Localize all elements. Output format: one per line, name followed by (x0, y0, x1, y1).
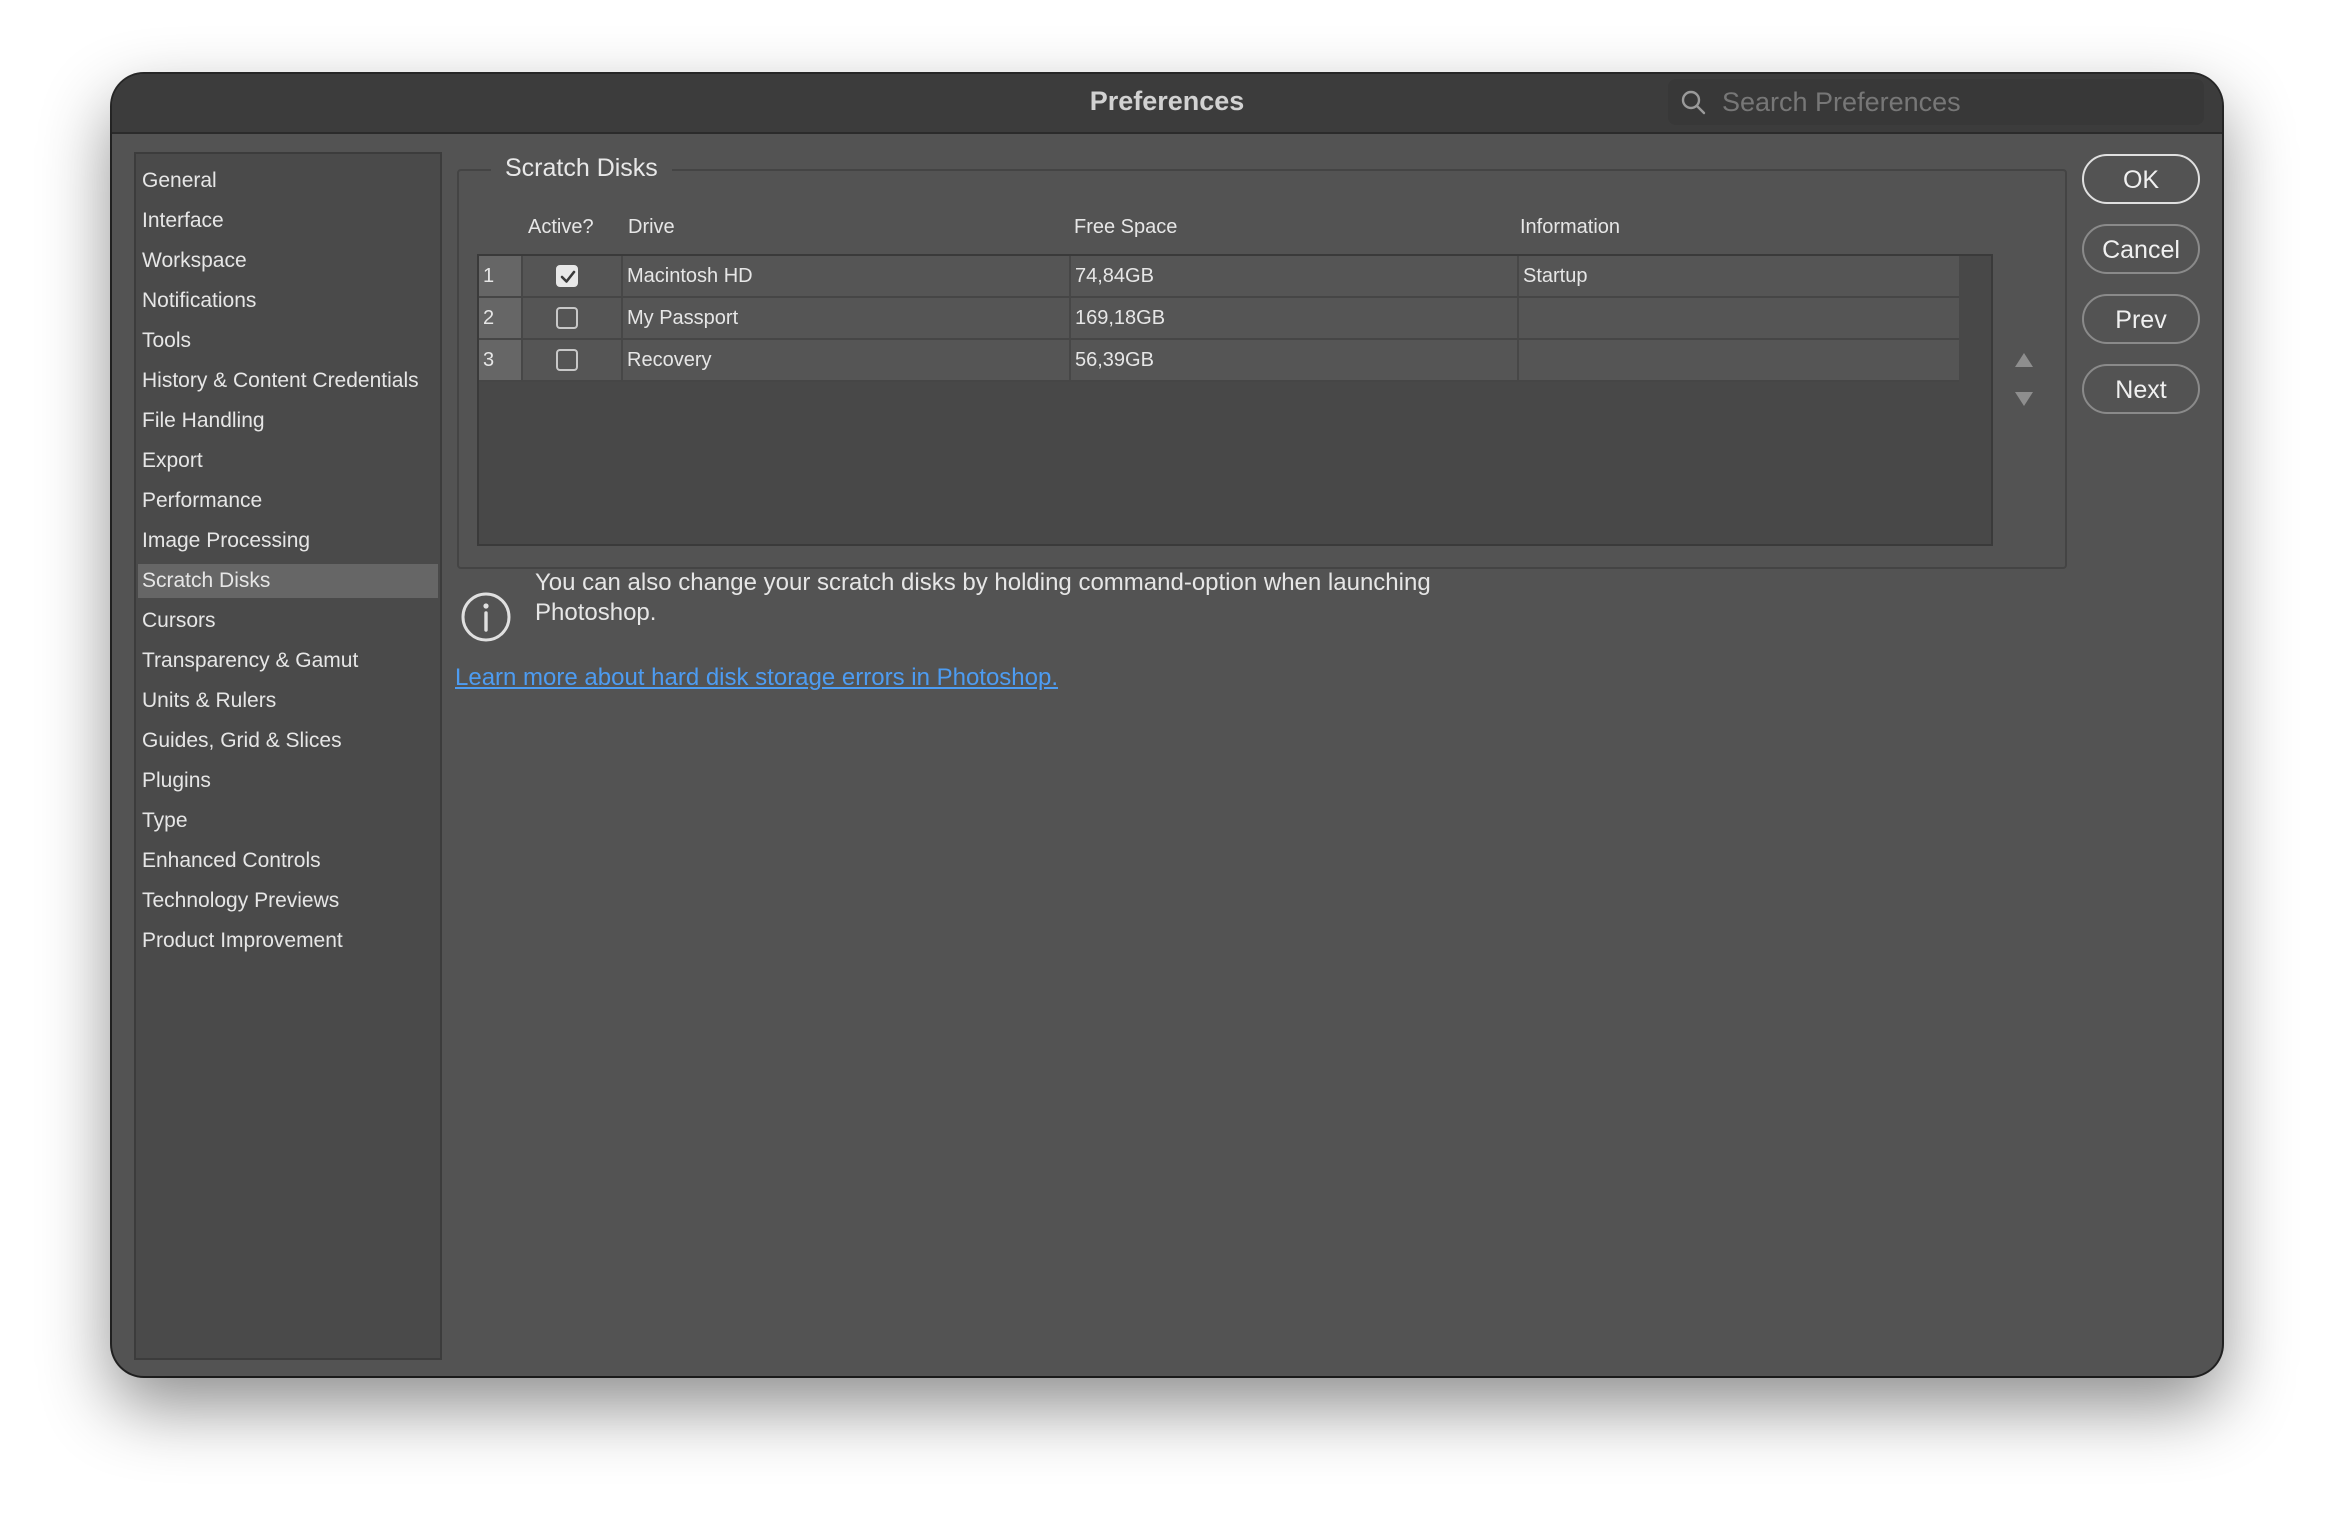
sidebar-item-transparency-gamut[interactable]: Transparency & Gamut (138, 644, 438, 678)
row-number: 1 (479, 256, 521, 296)
drive-name: My Passport (627, 307, 739, 329)
column-header-information: Information (1520, 216, 1621, 238)
active-checkbox[interactable] (556, 265, 578, 287)
free-space-value: 169,18GB (1075, 307, 1166, 329)
info-icon (461, 592, 511, 642)
sidebar-item-performance[interactable]: Performance (138, 484, 438, 518)
learn-more-link[interactable]: Learn more about hard disk storage error… (455, 664, 1058, 692)
drive-name: Macintosh HD (627, 265, 753, 287)
move-down-arrow-icon[interactable] (2015, 392, 2033, 406)
sidebar-item-general[interactable]: General (138, 164, 438, 198)
scratch-disks-title: Scratch Disks (491, 152, 672, 184)
move-up-arrow-icon[interactable] (2015, 353, 2033, 367)
sidebar-item-notifications[interactable]: Notifications (138, 284, 438, 318)
sidebar-item-plugins[interactable]: Plugins (138, 764, 438, 798)
sidebar-item-type[interactable]: Type (138, 804, 438, 838)
sidebar-item-guides-grid-slices[interactable]: Guides, Grid & Slices (138, 724, 438, 758)
free-space-value: 56,39GB (1075, 349, 1154, 371)
search-icon (1681, 90, 1706, 115)
sidebar-item-enhanced-controls[interactable]: Enhanced Controls (138, 844, 438, 878)
sidebar-item-scratch-disks[interactable]: Scratch Disks (138, 564, 438, 598)
preferences-window: Preferences General Interface Workspace … (112, 74, 2222, 1376)
sidebar-item-units-rulers[interactable]: Units & Rulers (138, 684, 438, 718)
cancel-button[interactable]: Cancel (2082, 224, 2200, 274)
title-bar: Preferences (112, 74, 2222, 134)
next-button[interactable]: Next (2082, 364, 2200, 414)
column-header-free-space: Free Space (1074, 216, 1178, 238)
column-header-drive: Drive (628, 216, 675, 238)
drive-name: Recovery (627, 349, 712, 371)
table-row[interactable]: 1 Macintosh HD 74,84GB Startup (479, 256, 1959, 298)
table-row[interactable]: 2 My Passport 169,18GB (479, 298, 1959, 340)
sidebar-item-workspace[interactable]: Workspace (138, 244, 438, 278)
preferences-sidebar: General Interface Workspace Notification… (134, 152, 442, 1360)
sidebar-item-product-improvement[interactable]: Product Improvement (138, 924, 438, 958)
checkmark-icon (560, 270, 576, 283)
row-number: 3 (479, 340, 521, 380)
ok-button[interactable]: OK (2082, 154, 2200, 204)
row-number: 2 (479, 298, 521, 338)
scratch-disk-info-text: You can also change your scratch disks b… (535, 569, 1431, 626)
sidebar-item-interface[interactable]: Interface (138, 204, 438, 238)
sidebar-item-tools[interactable]: Tools (138, 324, 438, 358)
sidebar-item-history-content-credentials[interactable]: History & Content Credentials (138, 364, 438, 398)
scratch-disks-table: 1 Macintosh HD 74,84GB Startup 2 My Pass… (477, 254, 1993, 546)
table-row[interactable]: 3 Recovery 56,39GB (479, 340, 1959, 382)
sidebar-item-export[interactable]: Export (138, 444, 438, 478)
free-space-value: 74,84GB (1075, 265, 1154, 287)
active-checkbox[interactable] (556, 349, 578, 371)
sidebar-item-cursors[interactable]: Cursors (138, 604, 438, 638)
sidebar-item-image-processing[interactable]: Image Processing (138, 524, 438, 558)
prev-button[interactable]: Prev (2082, 294, 2200, 344)
sidebar-item-technology-previews[interactable]: Technology Previews (138, 884, 438, 918)
active-checkbox[interactable] (556, 307, 578, 329)
drive-information: Startup (1523, 265, 1588, 287)
search-input[interactable] (1720, 85, 2184, 119)
search-box[interactable] (1668, 79, 2204, 125)
sidebar-item-file-handling[interactable]: File Handling (138, 404, 438, 438)
column-header-active: Active? (528, 216, 594, 238)
